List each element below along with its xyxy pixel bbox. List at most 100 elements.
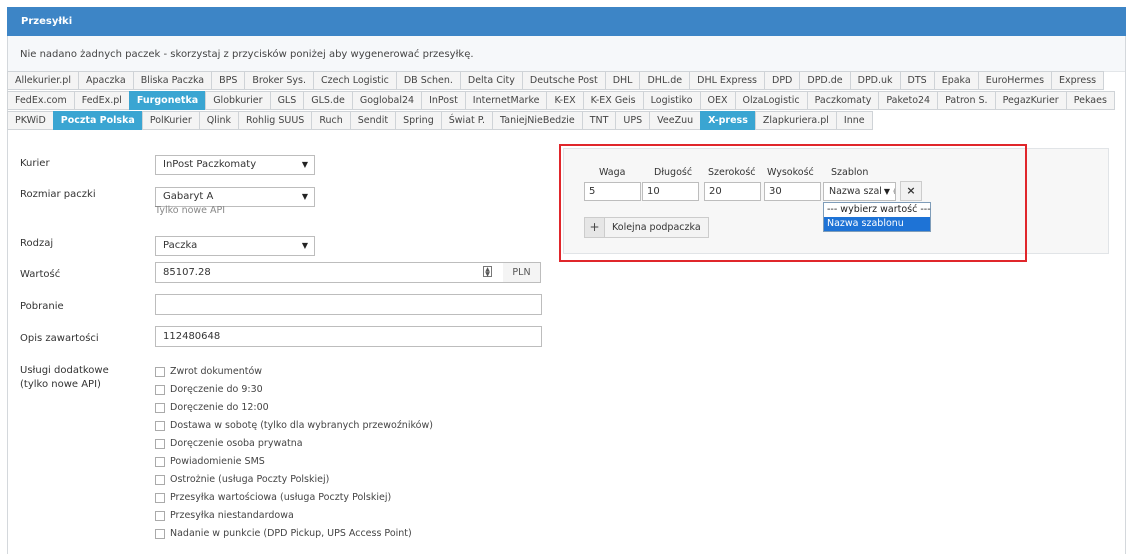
wartosc-input[interactable]: 85107.28: [155, 262, 504, 283]
carrier-tab[interactable]: DHL.de: [639, 71, 691, 90]
carrier-tab[interactable]: Sendit: [349, 111, 397, 130]
rozmiar-value: Gabaryt A: [163, 191, 214, 202]
checkbox[interactable]: [155, 528, 165, 539]
carrier-tab[interactable]: Zlapkuriera.pl: [754, 111, 837, 130]
carrier-tab[interactable]: OlzaLogistic: [734, 91, 808, 110]
service-option[interactable]: Powiadomienie SMS: [155, 456, 265, 467]
carrier-tab[interactable]: K-EX Geis: [582, 91, 644, 110]
pobranie-label: Pobranie: [20, 301, 64, 312]
checkbox[interactable]: [155, 420, 165, 431]
rodzaj-value: Paczka: [163, 240, 198, 251]
checkbox[interactable]: [155, 474, 165, 485]
carrier-tab[interactable]: DPD.de: [799, 71, 851, 90]
carrier-tab[interactable]: Ruch: [311, 111, 351, 130]
rozmiar-select[interactable]: Gabaryt A ▼: [155, 187, 315, 207]
opis-input[interactable]: 112480648: [155, 326, 542, 347]
dropdown-arrow-icon: ▼: [301, 192, 308, 201]
carrier-tab-row-2: FedEx.com FedEx.pl Furgonetka Globkurier GLS…: [7, 91, 1115, 110]
carrier-tab[interactable]: PolKurier: [141, 111, 200, 130]
checkbox[interactable]: [155, 366, 165, 377]
uslugi-label: Usługi dodatkowe (tylko nowe API): [20, 364, 109, 392]
carrier-tab[interactable]: UPS: [615, 111, 651, 130]
carrier-tab[interactable]: Poczta Polska: [52, 111, 143, 130]
service-option[interactable]: Dostawa w sobotę (tylko dla wybranych pr…: [155, 420, 433, 431]
checkbox[interactable]: [155, 510, 165, 521]
rodzaj-select[interactable]: Paczka ▼: [155, 236, 315, 256]
carrier-tab[interactable]: Bliska Paczka: [132, 71, 213, 90]
service-label: Ostrożnie (usługa Poczty Polskiej): [170, 474, 330, 485]
checkbox[interactable]: [155, 384, 165, 395]
checkbox[interactable]: [155, 402, 165, 413]
carrier-tab[interactable]: DPD: [764, 71, 801, 90]
carrier-tab[interactable]: DTS: [899, 71, 935, 90]
carrier-tab[interactable]: InternetMarke: [464, 91, 548, 110]
wartosc-label: Wartość: [20, 269, 61, 280]
service-label: Doręczenie do 9:30: [170, 384, 263, 395]
carrier-tab[interactable]: GLS: [269, 91, 305, 110]
carrier-tab[interactable]: DHL: [604, 71, 641, 90]
service-option[interactable]: Doręczenie osoba prywatna: [155, 438, 303, 449]
carrier-tab[interactable]: Logistiko: [642, 91, 701, 110]
dropdown-arrow-icon: ▼: [301, 160, 308, 169]
carrier-tab[interactable]: Delta City: [459, 71, 523, 90]
carrier-tab[interactable]: TaniejNieBedzie: [492, 111, 583, 130]
checkbox[interactable]: [155, 438, 165, 449]
carrier-tab[interactable]: DB Schen.: [395, 71, 461, 90]
service-label: Doręczenie osoba prywatna: [170, 438, 303, 449]
carrier-tab-row-3: PKWiD Poczta Polska PolKurier Qlink Rohlig S…: [7, 111, 873, 130]
carrier-tab[interactable]: Goglobal24: [351, 91, 423, 110]
carrier-tab[interactable]: Broker Sys.: [244, 71, 314, 90]
pobranie-input[interactable]: [155, 294, 542, 315]
carrier-tab[interactable]: Qlink: [198, 111, 240, 130]
carrier-tab[interactable]: Inne: [835, 111, 873, 130]
notice-bar: Nie nadano żadnych paczek - skorzystaj z…: [8, 36, 1125, 72]
service-option[interactable]: Zwrot dokumentów: [155, 366, 262, 377]
service-option[interactable]: Doręczenie do 12:00: [155, 402, 269, 413]
service-label: Przesyłka wartościowa (usługa Poczty Pol…: [170, 492, 392, 503]
kurier-select[interactable]: InPost Paczkomaty ▼: [155, 155, 315, 175]
carrier-tab[interactable]: Express: [1051, 71, 1105, 90]
carrier-tab[interactable]: Allekurier.pl: [7, 71, 79, 90]
highlight-frame: [559, 144, 1027, 262]
carrier-tab[interactable]: Spring: [395, 111, 442, 130]
carrier-tab[interactable]: Furgonetka: [128, 91, 207, 110]
spinner-icon[interactable]: ▲ ▼: [483, 266, 492, 278]
carrier-tab[interactable]: FedEx.com: [7, 91, 75, 110]
carrier-tab[interactable]: Apaczka: [77, 71, 134, 90]
carrier-tab[interactable]: Czech Logistic: [312, 71, 397, 90]
carrier-tab[interactable]: Pekaes: [1065, 91, 1115, 110]
carrier-tab[interactable]: Globkurier: [205, 91, 271, 110]
carrier-tab[interactable]: Rohlig SUUS: [238, 111, 313, 130]
carrier-tab[interactable]: FedEx.pl: [73, 91, 130, 110]
checkbox[interactable]: [155, 492, 165, 503]
carrier-tab[interactable]: InPost: [421, 91, 466, 110]
opis-label: Opis zawartości: [20, 333, 99, 344]
carrier-tab[interactable]: DPD.uk: [849, 71, 901, 90]
service-option[interactable]: Nadanie w punkcie (DPD Pickup, UPS Acces…: [155, 528, 412, 539]
carrier-tab[interactable]: Paczkomaty: [806, 91, 880, 110]
carrier-tab[interactable]: Patron S.: [937, 91, 996, 110]
carrier-tab[interactable]: VeeZuu: [649, 111, 702, 130]
carrier-tab[interactable]: Deutsche Post: [521, 71, 606, 90]
carrier-tab[interactable]: PegazKurier: [994, 91, 1067, 110]
service-label: Dostawa w sobotę (tylko dla wybranych pr…: [170, 420, 433, 431]
carrier-tab[interactable]: TNT: [581, 111, 617, 130]
carrier-tab[interactable]: Świat P.: [440, 111, 494, 130]
carrier-tab[interactable]: DHL Express: [689, 71, 766, 90]
service-option[interactable]: Doręczenie do 9:30: [155, 384, 263, 395]
carrier-tab[interactable]: K-EX: [546, 91, 584, 110]
checkbox[interactable]: [155, 456, 165, 467]
dropdown-arrow-icon: ▼: [301, 241, 308, 250]
service-option[interactable]: Przesyłka wartościowa (usługa Poczty Pol…: [155, 492, 391, 503]
carrier-tab[interactable]: BPS: [211, 71, 246, 90]
service-option[interactable]: Ostrożnie (usługa Poczty Polskiej): [155, 474, 329, 485]
carrier-tab-row-1: Allekurier.pl Apaczka Bliska Paczka BPS Brok…: [7, 71, 1105, 90]
carrier-tab[interactable]: Epaka: [933, 71, 979, 90]
carrier-tab[interactable]: X-press: [700, 111, 756, 130]
carrier-tab[interactable]: EuroHermes: [977, 71, 1053, 90]
carrier-tab[interactable]: PKWiD: [7, 111, 54, 130]
carrier-tab[interactable]: Paketo24: [878, 91, 939, 110]
service-option[interactable]: Przesyłka niestandardowa: [155, 510, 294, 521]
carrier-tab[interactable]: GLS.de: [303, 91, 353, 110]
carrier-tab[interactable]: OEX: [699, 91, 736, 110]
